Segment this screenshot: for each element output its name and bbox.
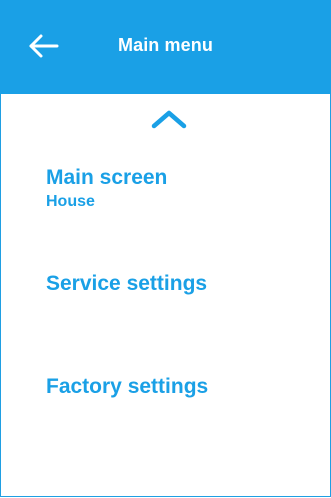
menu-item-label: Service settings	[46, 272, 208, 295]
chevron-up-icon	[151, 108, 187, 130]
header-bar: Main menu	[0, 0, 331, 94]
page-title: Main menu	[118, 35, 213, 55]
back-button[interactable]	[26, 30, 62, 62]
scroll-up-button[interactable]	[151, 108, 187, 130]
menu-item-sublabel: House	[46, 193, 95, 210]
back-arrow-icon	[26, 30, 62, 62]
menu-item-service-settings[interactable]: Service settings	[46, 272, 207, 296]
menu-item-main-screen[interactable]: Main screen House	[46, 166, 167, 212]
menu-item-factory-settings[interactable]: Factory settings	[46, 375, 208, 399]
menu-item-label: Factory settings	[46, 375, 209, 398]
menu-item-label: Main screen	[46, 166, 168, 189]
